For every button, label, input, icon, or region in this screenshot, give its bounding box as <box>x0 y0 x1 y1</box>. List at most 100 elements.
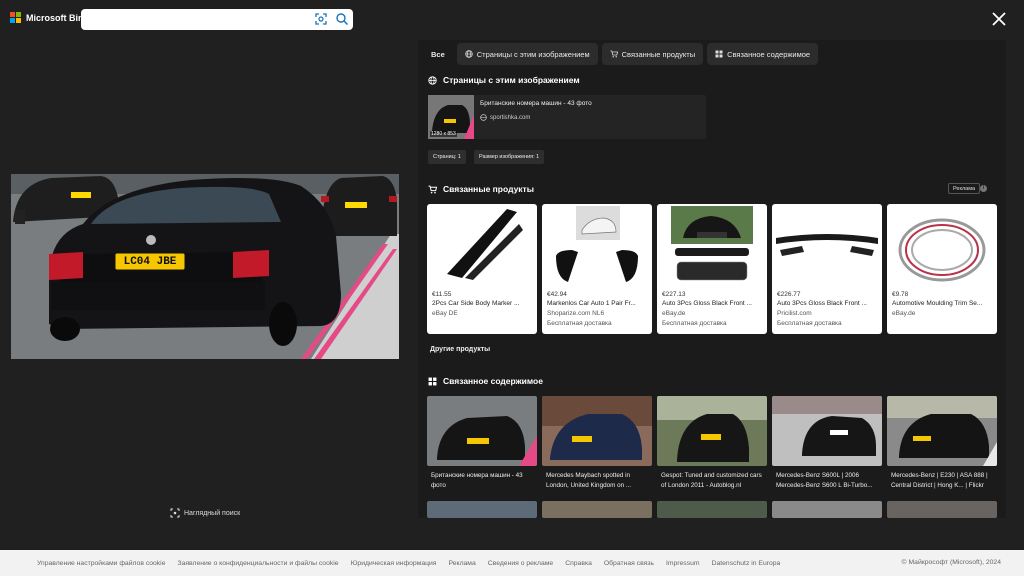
product-name[interactable]: Auto 3Pcs Gloss Black Front ... <box>777 300 877 307</box>
page-result-title[interactable]: Британские номера машин - 43 фото <box>480 100 592 107</box>
related-image <box>657 396 767 466</box>
related-item[interactable]: Mercedes-Benz S600L | 2006 Mercedes-Benz… <box>772 396 882 500</box>
license-plate-text: LC04 JBE <box>123 256 177 268</box>
footer-link-impressum[interactable]: Impressum <box>666 560 700 567</box>
footer-link-datenschutz[interactable]: Datenschutz in Europa <box>712 560 781 567</box>
product-list: €11.55 2Pcs Car Side Body Marker ... eBa… <box>427 204 997 334</box>
footer-links: Управление настройками файлов cookie Зая… <box>37 560 780 567</box>
product-card[interactable]: €9.78 Automotive Moulding Trim Se... eBa… <box>887 204 997 334</box>
footer: Управление настройками файлов cookie Зая… <box>0 550 1024 576</box>
product-shipping: Бесплатная доставка <box>777 320 842 327</box>
search-icon[interactable] <box>335 12 349 26</box>
related-item[interactable]: Gespot: Tuned and customized cars of Lon… <box>657 396 767 500</box>
visual-search-icon <box>170 508 180 518</box>
visual-search-label: Наглядный поиск <box>184 509 241 517</box>
car-photo <box>11 174 399 359</box>
product-image <box>556 206 638 282</box>
grid-icon <box>428 377 437 385</box>
related-caption: Mercedes-Benz S600L | 2006 Mercedes-Benz… <box>776 472 873 489</box>
product-store: Shoparize.com NL6 <box>547 310 605 317</box>
footer-link-feedback[interactable]: Обратная связь <box>604 560 654 567</box>
page-result-source[interactable]: sportishka.com <box>480 114 530 121</box>
top-bar: Microsoft Bing <box>0 0 1024 40</box>
footer-link-advertising[interactable]: Реклама <box>449 560 476 567</box>
products-section-header: Связанные продукты <box>428 184 534 194</box>
visual-search-camera-icon[interactable] <box>314 12 328 26</box>
related-image <box>887 396 997 466</box>
related-image <box>542 396 652 466</box>
product-name[interactable]: 2Pcs Car Side Body Marker ... <box>432 300 532 307</box>
product-card[interactable]: €226.77 Auto 3Pcs Gloss Black Front ... … <box>772 204 882 334</box>
footer-link-privacy[interactable]: Заявление о конфиденциальности и файлы c… <box>177 560 338 567</box>
related-image[interactable] <box>542 501 652 518</box>
related-section-header: Связанное содержимое <box>428 376 543 386</box>
product-shipping: Бесплатная доставка <box>662 320 727 327</box>
related-image[interactable] <box>427 501 537 518</box>
bing-logo[interactable]: Microsoft Bing <box>10 12 89 23</box>
related-item[interactable]: Mercedes Maybach spotted in London, Unit… <box>542 396 652 500</box>
footer-link-legal[interactable]: Юридическая информация <box>351 560 437 567</box>
image-size-label: 1280 x 853 <box>430 131 457 137</box>
tab-related[interactable]: Связанное содержимое <box>707 43 819 65</box>
globe-icon <box>428 75 437 85</box>
product-store: eBay.de <box>892 310 916 317</box>
product-store: eBay DE <box>432 310 458 317</box>
tab-all-label: Все <box>431 49 445 59</box>
products-section-title: Связанные продукты <box>443 184 534 194</box>
info-icon[interactable]: i <box>980 185 987 192</box>
product-card[interactable]: €42.94 Markenlos Car Auto 1 Pair Fr... S… <box>542 204 652 334</box>
pages-section-header: Страницы с этим изображением <box>428 75 580 85</box>
related-caption: Gespot: Tuned and customized cars of Lon… <box>661 472 762 489</box>
product-price: €227.13 <box>662 291 686 298</box>
ad-badge[interactable]: Реклама <box>948 183 981 194</box>
product-price: €9.78 <box>892 291 909 298</box>
product-store: eBay.de <box>662 310 686 317</box>
product-price: €42.94 <box>547 291 567 298</box>
search-input[interactable] <box>87 12 307 27</box>
product-name[interactable]: Auto 3Pcs Gloss Black Front ... <box>662 300 762 307</box>
visual-search-button[interactable]: Наглядный поиск <box>170 508 240 518</box>
pages-count-chip[interactable]: Страниц: 1 <box>428 150 466 164</box>
related-image[interactable] <box>657 501 767 518</box>
footer-link-cookie-settings[interactable]: Управление настройками файлов cookie <box>37 560 165 567</box>
related-item[interactable]: Британские номера машин - 43 фото <box>427 396 537 500</box>
pages-section-title: Страницы с этим изображением <box>443 75 580 85</box>
related-caption: Mercedes-Benz | E230 | ASA 888 | Central… <box>891 472 988 489</box>
page-source-domain: sportishka.com <box>490 114 531 121</box>
product-image <box>776 234 878 256</box>
product-name[interactable]: Automotive Moulding Trim Se... <box>892 300 992 307</box>
close-icon[interactable] <box>990 10 1008 28</box>
product-image <box>447 209 523 280</box>
microsoft-logo-icon <box>10 12 21 23</box>
page-result-card[interactable]: 1280 x 853 Британские номера машин - 43 … <box>428 95 706 139</box>
footer-link-about-ads[interactable]: Сведения о рекламе <box>488 560 553 567</box>
product-shipping: Бесплатная доставка <box>547 320 612 327</box>
product-image <box>898 218 986 282</box>
product-card[interactable]: €11.55 2Pcs Car Side Body Marker ... eBa… <box>427 204 537 334</box>
more-products-link[interactable]: Другие продукты <box>430 346 490 353</box>
tab-products-label: Связанные продукты <box>621 49 696 59</box>
globe-icon <box>480 114 487 121</box>
product-store: Pricilist.com <box>777 310 812 317</box>
page-result-thumbnail: 1280 x 853 <box>428 95 474 139</box>
related-content-row-2 <box>427 501 997 518</box>
related-image[interactable] <box>887 501 997 518</box>
main-image-preview[interactable]: LC04 JBE <box>11 174 399 359</box>
product-name[interactable]: Markenlos Car Auto 1 Pair Fr... <box>547 300 647 307</box>
tab-pages[interactable]: Страницы с этим изображением <box>456 43 598 65</box>
image-size-chip[interactable]: Размер изображения: 1 <box>474 150 545 164</box>
tab-pages-label: Страницы с этим изображением <box>476 49 590 59</box>
related-image[interactable] <box>772 501 882 518</box>
related-caption: Mercedes Maybach spotted in London, Unit… <box>546 472 632 489</box>
related-item[interactable]: Mercedes-Benz | E230 | ASA 888 | Central… <box>887 396 997 500</box>
related-image <box>772 396 882 466</box>
tab-products[interactable]: Связанные продукты <box>601 43 704 65</box>
cart-icon <box>428 185 437 193</box>
tab-all[interactable]: Все <box>423 43 453 65</box>
product-price: €11.55 <box>432 291 452 298</box>
grid-icon <box>715 50 723 58</box>
product-card[interactable]: €227.13 Auto 3Pcs Gloss Black Front ... … <box>657 204 767 334</box>
globe-icon <box>465 50 473 58</box>
footer-link-help[interactable]: Справка <box>565 560 592 567</box>
tab-bar: Все Страницы с этим изображением Связанн… <box>418 40 1006 68</box>
